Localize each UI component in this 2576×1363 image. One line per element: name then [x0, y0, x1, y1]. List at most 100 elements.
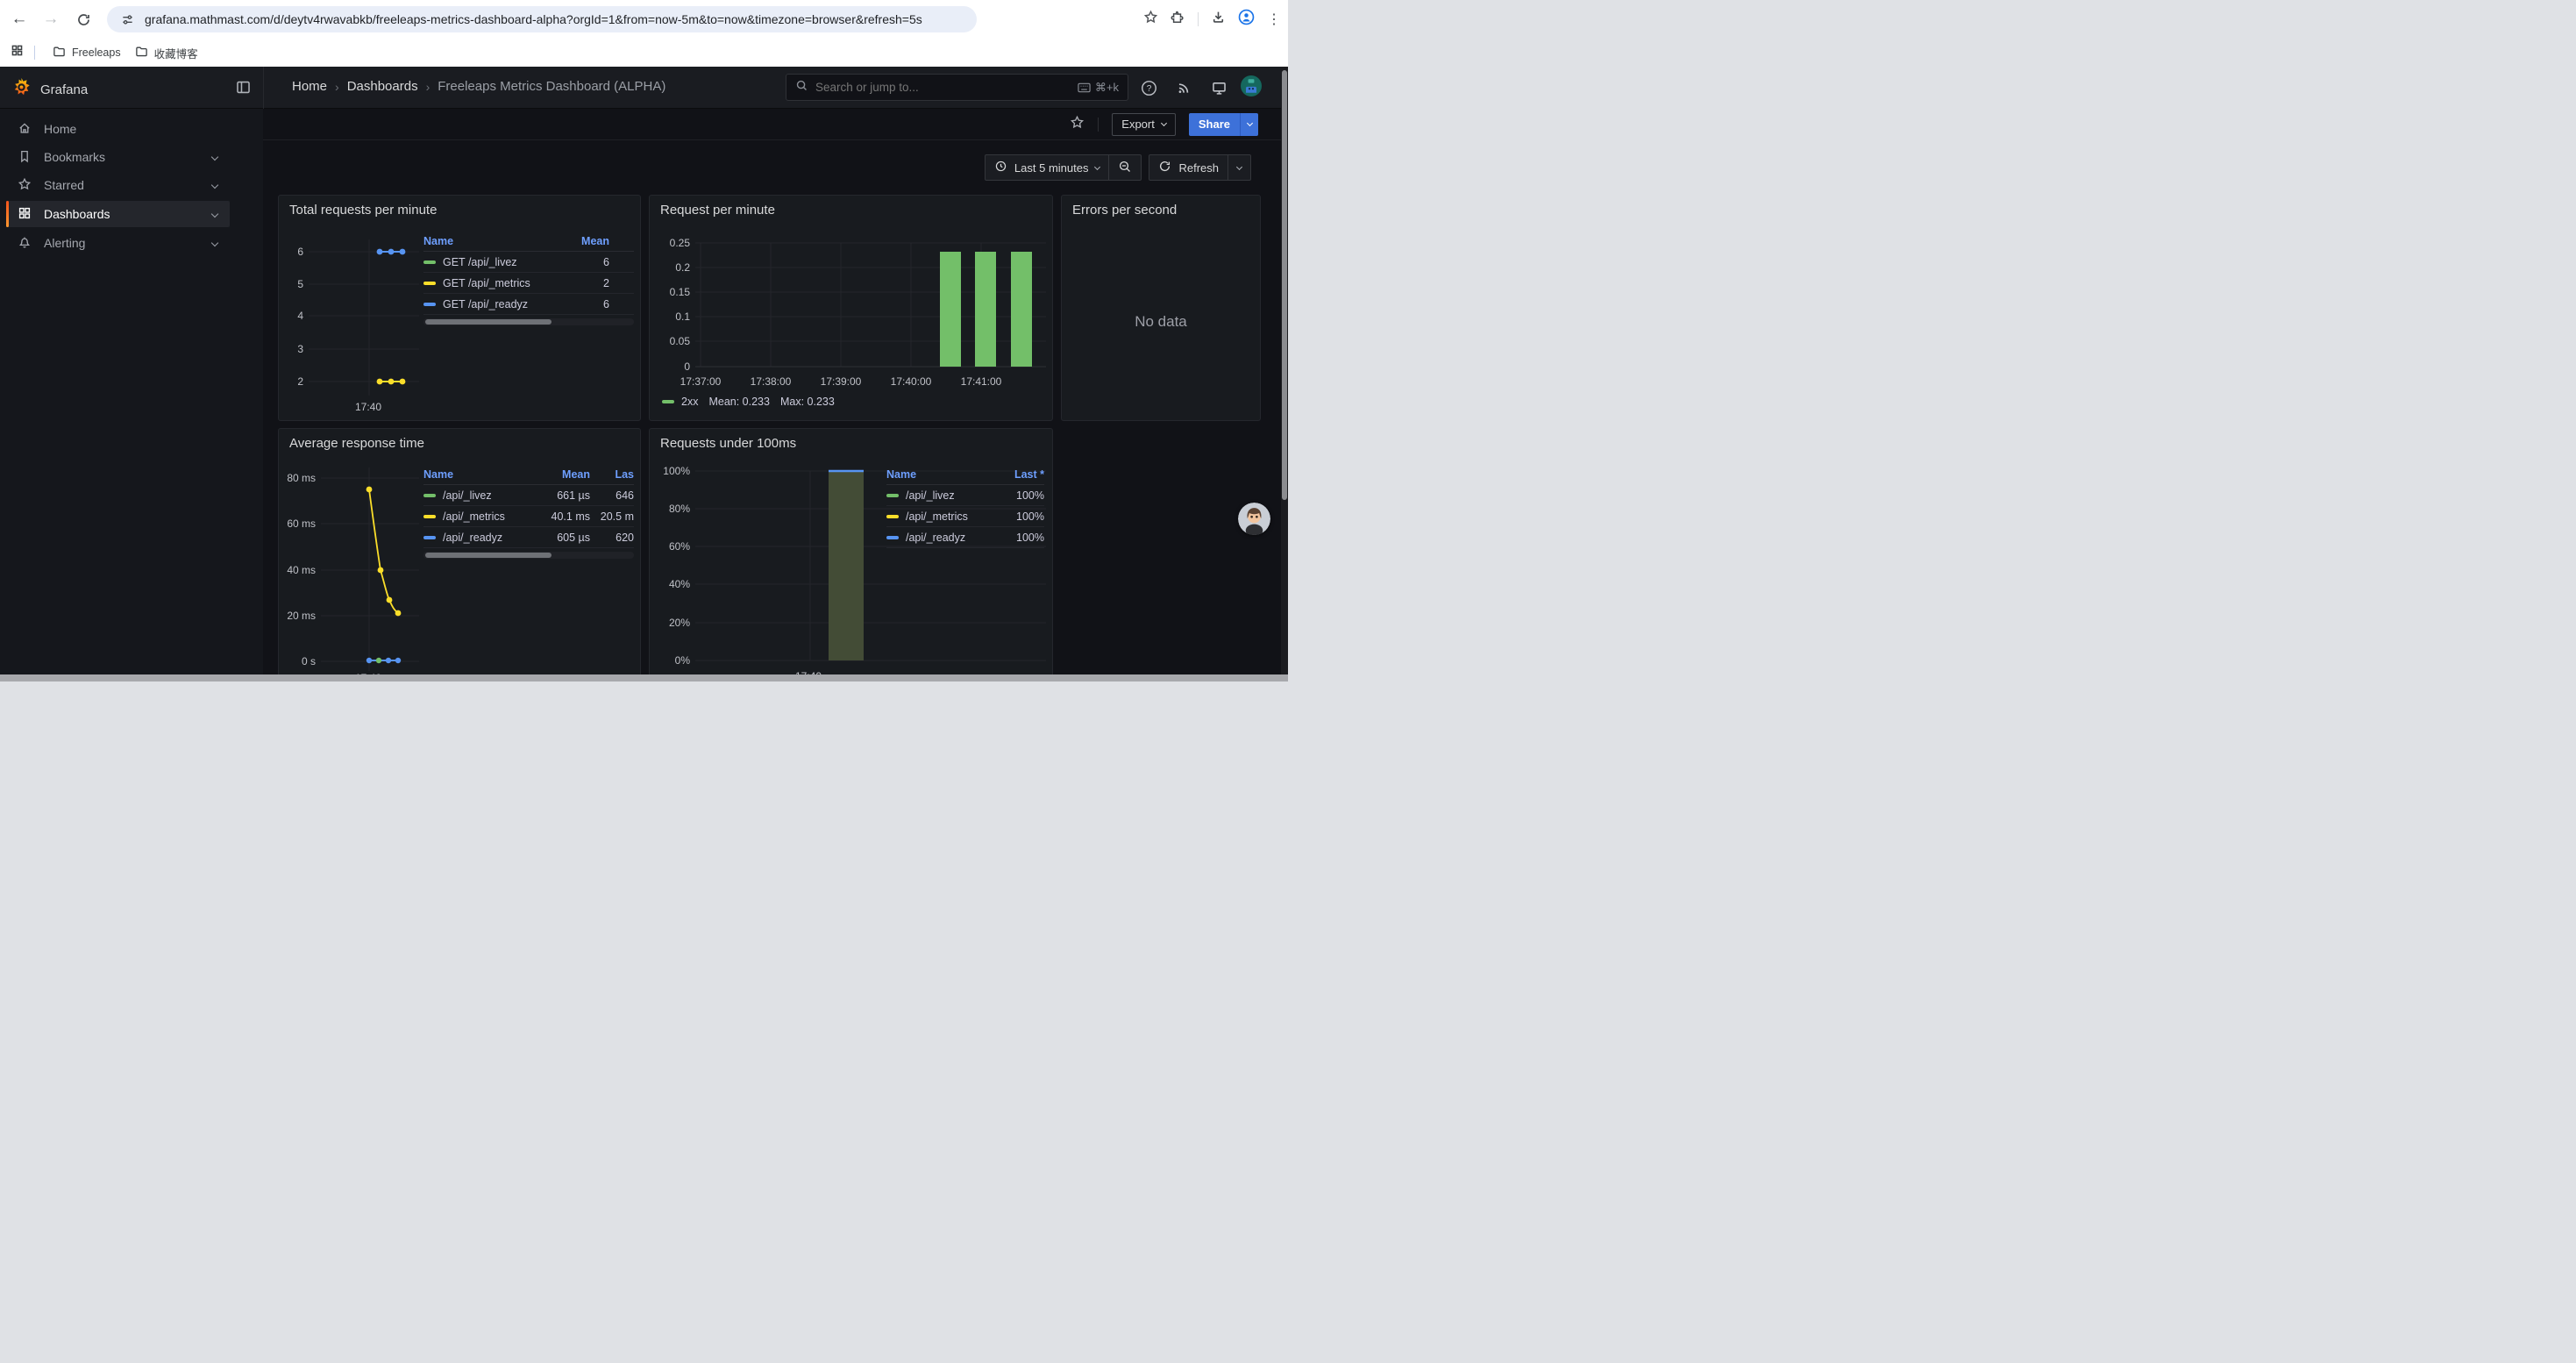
chevron-down-icon[interactable] [211, 153, 218, 161]
panel-title[interactable]: Requests under 100ms [660, 436, 796, 451]
sidebar-toggle-icon[interactable] [235, 79, 252, 96]
profile-icon[interactable] [1238, 9, 1255, 30]
series-swatch [423, 282, 436, 285]
legend-row[interactable]: GET /api/_metrics 2 [423, 273, 634, 294]
time-controls: Last 5 minutes Refresh [263, 154, 1281, 181]
sidebar-item-label: Bookmarks [44, 150, 105, 164]
browser-menu-icon[interactable]: ⋮ [1267, 11, 1281, 28]
chevron-down-icon[interactable] [211, 211, 218, 218]
sidebar-item-dashboards[interactable]: Dashboards [6, 201, 230, 227]
help-icon[interactable]: ? [1138, 77, 1159, 98]
bookmark-folder-blogs[interactable]: 收藏博客 [128, 41, 205, 65]
legend-row[interactable]: /api/_readyz 605 µs 620 [423, 527, 634, 548]
extensions-icon[interactable] [1171, 10, 1185, 29]
legend-scrollbar[interactable] [423, 552, 634, 559]
zoom-out-button[interactable] [1108, 155, 1141, 180]
time-range-picker[interactable]: Last 5 minutes [986, 155, 1109, 180]
legend-row[interactable]: GET /api/_readyz 6 [423, 294, 634, 315]
svg-text:0%: 0% [675, 654, 691, 667]
svg-text:0.1: 0.1 [675, 310, 690, 323]
monitor-icon[interactable] [1208, 77, 1229, 98]
search-shortcut: ⌘+k [1078, 81, 1119, 95]
legend-row[interactable]: /api/_readyz 100% [886, 527, 1044, 548]
panel-title[interactable]: Total requests per minute [289, 203, 437, 218]
svg-text:0.2: 0.2 [675, 261, 690, 274]
grafana-brand[interactable]: Grafana [11, 77, 88, 102]
browser-toolbar-right: ⋮ [1143, 7, 1281, 32]
refresh-button[interactable]: Refresh [1149, 155, 1228, 180]
favorite-star-icon[interactable] [1070, 115, 1085, 134]
chevron-down-icon [1161, 120, 1167, 126]
breadcrumb-separator: › [335, 80, 339, 94]
bookmark-icon [18, 149, 32, 166]
series-swatch [886, 515, 899, 518]
sidebar-item-starred[interactable]: Starred [6, 172, 230, 198]
search-input[interactable] [815, 81, 1071, 94]
legend-scrollbar[interactable] [423, 318, 634, 325]
panel-title[interactable]: Errors per second [1072, 203, 1177, 218]
sidebar-item-bookmarks[interactable]: Bookmarks [6, 144, 230, 170]
bookmark-folder-label: 收藏博客 [154, 45, 198, 61]
user-avatar[interactable] [1241, 75, 1262, 96]
scrollbar-thumb[interactable] [1282, 70, 1287, 500]
panel-title[interactable]: Request per minute [660, 203, 775, 218]
browser-back-icon[interactable]: ← [7, 7, 32, 32]
bookmark-folder-freeleaps[interactable]: Freeleaps [46, 41, 128, 64]
legend[interactable]: 2xx Mean: 0.233 Max: 0.233 [662, 396, 835, 408]
breadcrumb: Home › Dashboards › Freeleaps Metrics Da… [292, 79, 665, 94]
refresh-interval-button[interactable] [1228, 155, 1250, 180]
legend-row[interactable]: /api/_livez 661 µs 646 [423, 485, 634, 506]
svg-text:5: 5 [297, 278, 303, 290]
export-button[interactable]: Export [1112, 113, 1176, 136]
horizontal-scrollbar[interactable] [0, 674, 1288, 682]
apps-grid-icon[interactable] [11, 44, 24, 61]
bar-chart[interactable]: 0.25 0.2 0.15 0.1 0.05 0 17:37:00 17:38:… [650, 227, 1054, 394]
svg-text:80 ms: 80 ms [287, 472, 316, 484]
star-icon [18, 177, 32, 194]
series-swatch [423, 494, 436, 497]
time-picker-group: Last 5 minutes [985, 154, 1142, 181]
bookmark-star-icon[interactable] [1143, 10, 1158, 29]
svg-text:17:40:00: 17:40:00 [891, 375, 932, 388]
legend-row[interactable]: /api/_metrics 100% [886, 506, 1044, 527]
chevron-down-icon[interactable] [211, 182, 218, 189]
panel-avg-response-time: Average response time 80 ms 60 ms 40 ms … [278, 428, 641, 682]
url-input[interactable] [145, 12, 966, 26]
address-bar[interactable] [107, 6, 977, 32]
series-swatch [423, 303, 436, 306]
folder-icon [53, 45, 66, 61]
bookmarks-divider [34, 46, 35, 60]
browser-reload-icon[interactable] [71, 7, 96, 32]
breadcrumb-dashboards[interactable]: Dashboards [347, 79, 418, 94]
panel-requests-under-100ms: Requests under 100ms 100% 80% 60% 40% 20… [649, 428, 1053, 682]
legend-max: Max: 0.233 [780, 396, 835, 408]
share-button-group: Share [1189, 113, 1258, 136]
sidebar-item-home[interactable]: Home [6, 116, 230, 142]
search-box[interactable]: ⌘+k [786, 74, 1128, 101]
breadcrumb-home[interactable]: Home [292, 79, 327, 94]
svg-text:0: 0 [684, 360, 690, 373]
series-swatch [423, 260, 436, 264]
share-menu-button[interactable] [1240, 113, 1258, 136]
site-settings-icon[interactable] [117, 10, 137, 29]
toolbar-bottom-divider [263, 139, 1288, 140]
svg-text:40 ms: 40 ms [287, 564, 316, 576]
floating-avatar-button[interactable] [1238, 503, 1270, 535]
downloads-icon[interactable] [1211, 10, 1226, 29]
legend-row[interactable]: /api/_livez 100% [886, 485, 1044, 506]
browser-forward-icon[interactable]: → [39, 7, 63, 32]
breadcrumb-separator: › [426, 80, 431, 94]
legend-row[interactable]: /api/_metrics 40.1 ms 20.5 m [423, 506, 634, 527]
svg-text:17:40: 17:40 [355, 401, 381, 413]
svg-text:80%: 80% [669, 503, 690, 515]
legend-row[interactable]: GET /api/_livez 6 [423, 252, 634, 273]
panel-title[interactable]: Average response time [289, 436, 424, 451]
news-rss-icon[interactable] [1173, 77, 1194, 98]
vertical-scrollbar[interactable] [1281, 67, 1288, 682]
panel-total-requests: Total requests per minute 6 5 4 3 2 17:4… [278, 195, 641, 421]
sidebar-item-alerting[interactable]: Alerting [6, 230, 230, 256]
chevron-down-icon[interactable] [211, 239, 218, 246]
svg-text:0.05: 0.05 [670, 335, 691, 347]
share-button[interactable]: Share [1189, 113, 1240, 136]
grafana-app: Grafana Home › Dashboards › Freeleaps Me… [0, 67, 1288, 682]
